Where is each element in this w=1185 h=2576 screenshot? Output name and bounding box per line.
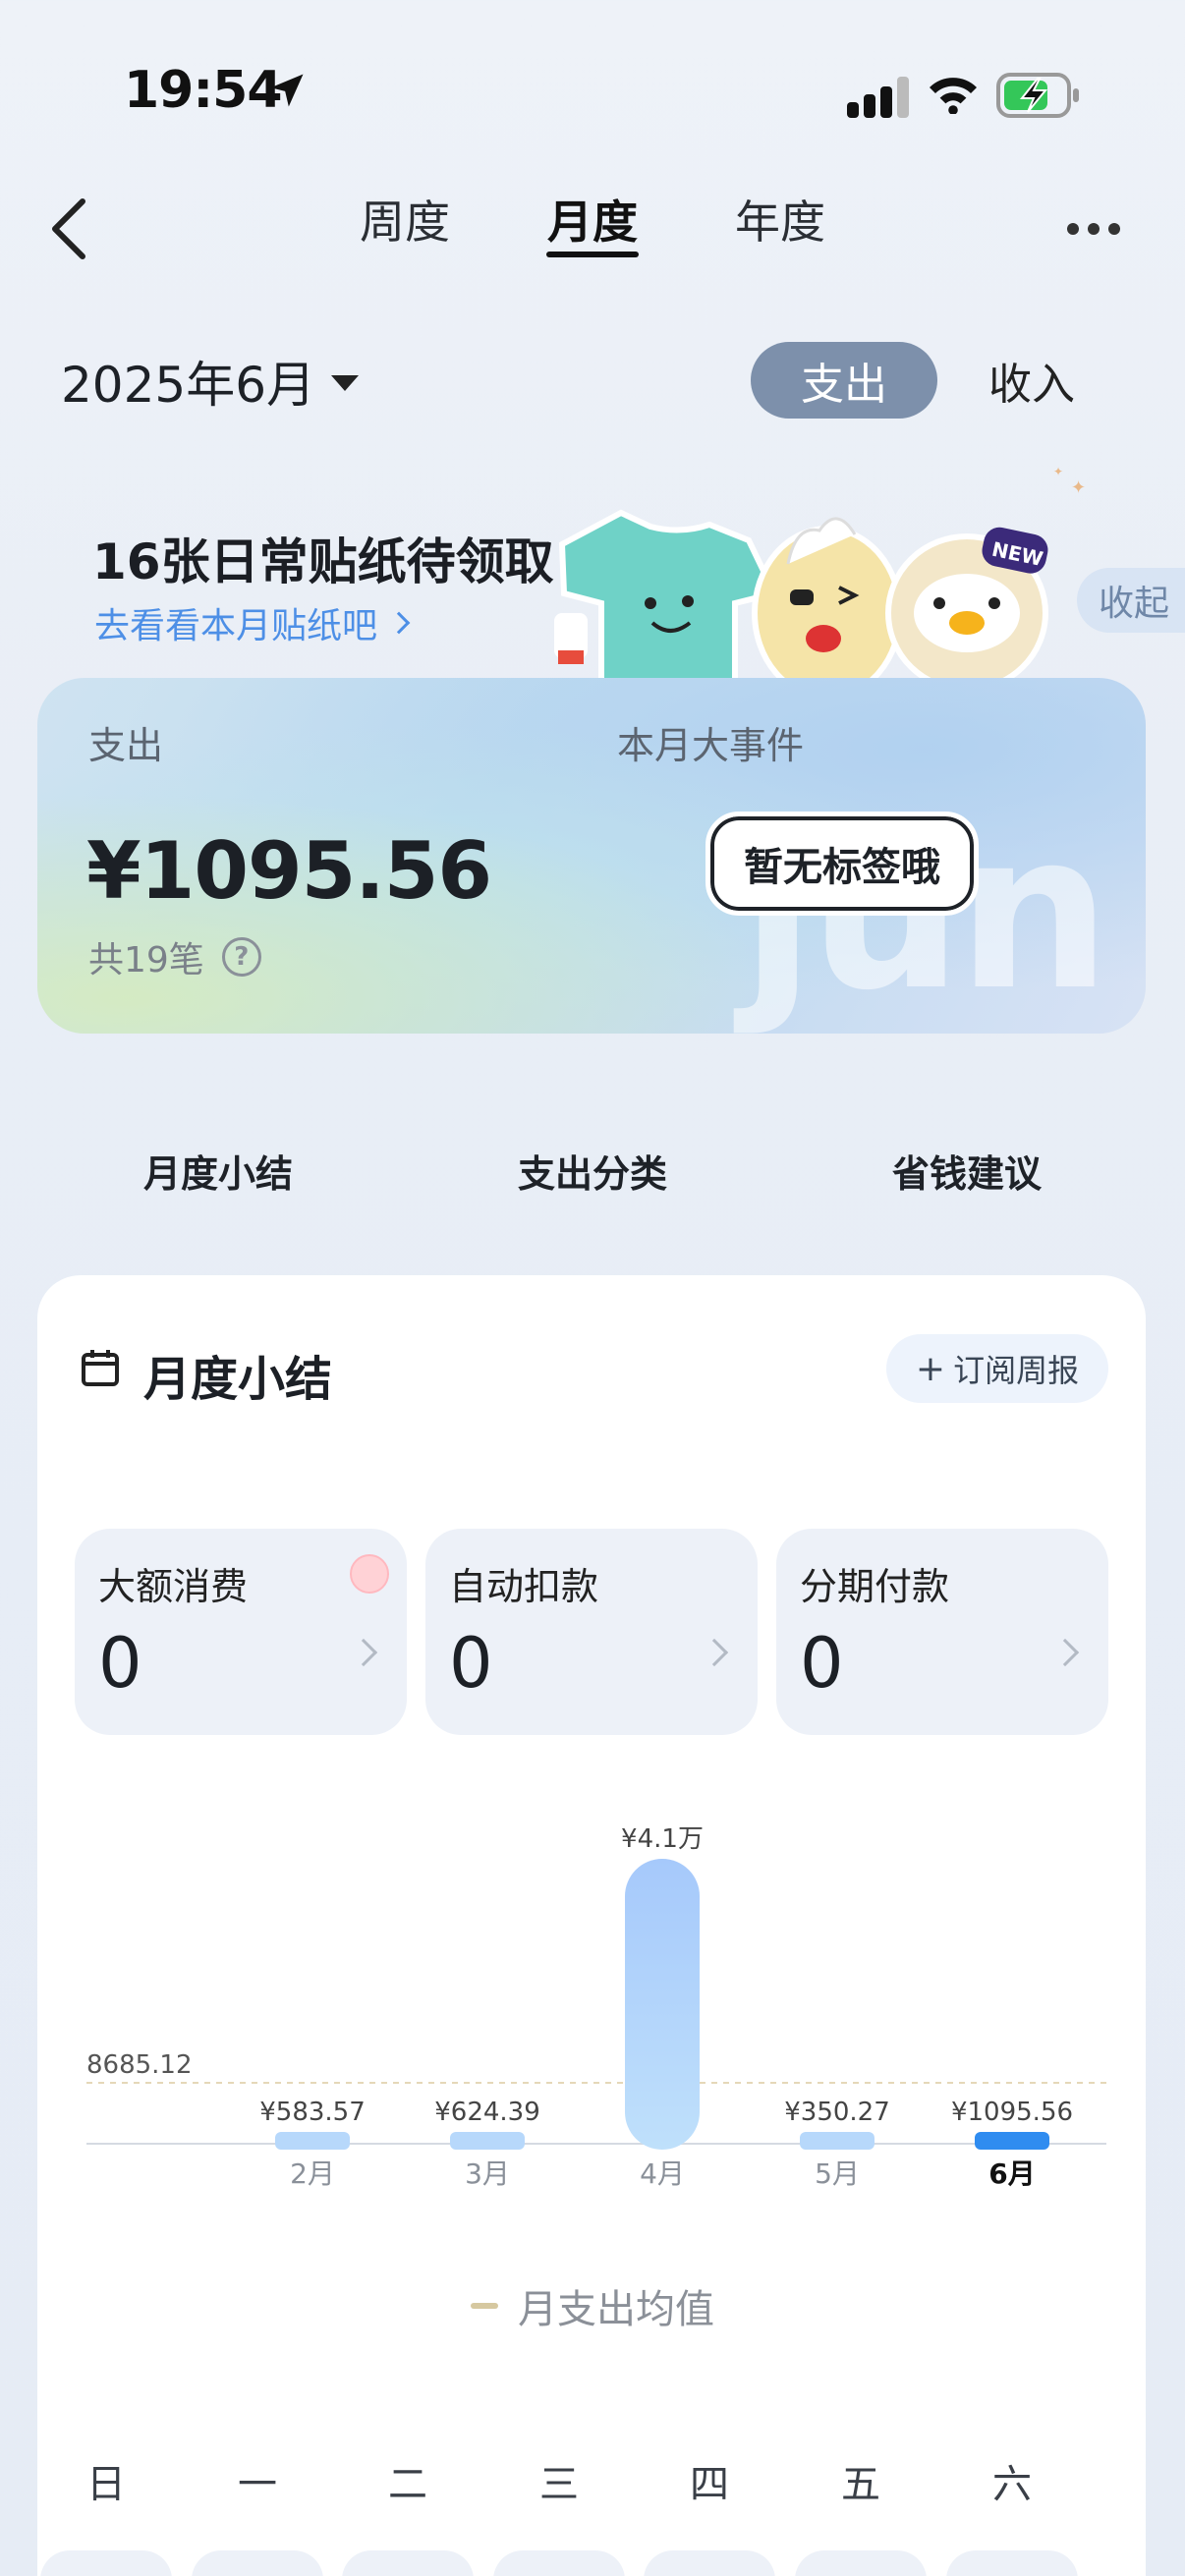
weekday-label: 六 [992,2462,1032,2507]
expense-toggle-button[interactable]: 支出 [751,342,937,419]
tab-weekly[interactable]: 周度 [346,187,464,252]
calendar-icon [82,1350,119,1386]
bar-value-label: ¥350.27 [784,2098,890,2127]
expense-total: ¥1095.56 [86,825,492,917]
events-label: 本月大事件 [617,724,805,767]
no-tag-badge[interactable]: 暂无标签哦 [705,812,979,916]
chart-bar[interactable] [625,1859,700,2150]
calendar-day-cell[interactable] [644,2550,775,2576]
battery-charging-icon [996,73,1079,118]
stat-value: 0 [98,1623,142,1704]
svg-text:✦: ✦ [1053,466,1063,478]
bar-value-label: ¥583.57 [259,2098,366,2127]
sticker-banner-title: 16张日常贴纸待领取 [92,533,554,590]
average-value-label: 8685.12 [86,2050,193,2080]
legend-swatch [471,2303,498,2309]
x-tick-label: 2月 [290,2157,335,2190]
calendar-day-cell[interactable] [493,2550,625,2576]
chevron-right-icon [700,1638,729,1667]
stat-large-expense[interactable]: 大额消费 0 [75,1529,407,1735]
stat-label: 分期付款 [800,1565,950,1608]
stat-value: 0 [800,1623,844,1704]
section-title: 月度小结 [143,1352,333,1407]
calendar-day-cell[interactable] [342,2550,474,2576]
monthly-expense-bar-chart: 8685.12 ¥583.57 2月 ¥624.39 3月 ¥4.1万 4月 ¥350.27 5… [86,1824,1106,2190]
transaction-count-text: 共19笔 [88,940,204,980]
calendar-day-cell[interactable] [795,2550,927,2576]
section-tab-expense-category[interactable]: 支出分类 [484,1144,701,1198]
chart-bar[interactable] [800,2132,875,2150]
monthly-summary-card: jun 支出 本月大事件 ¥1095.56 共19笔 ? 暂无标签哦 [37,678,1146,1034]
sticker-banner-link[interactable]: 去看看本月贴纸吧 [94,597,411,648]
income-toggle-button[interactable]: 收入 [963,342,1100,419]
x-tick-label: 4月 [640,2157,685,2190]
bar-value-label: ¥1095.56 [951,2098,1073,2127]
weekday-label: 五 [841,2462,880,2507]
stat-auto-debit[interactable]: 自动扣款 0 [425,1529,758,1735]
month-label: 2025年6月 [61,357,316,414]
month-selector[interactable]: 2025年6月 [61,346,360,417]
more-options-button[interactable] [1067,214,1132,244]
transaction-count: 共19笔 ? [88,931,261,982]
bar-value-label: ¥624.39 [434,2098,540,2127]
help-icon[interactable]: ? [221,937,261,977]
calendar-day-cell[interactable] [40,2550,172,2576]
weekday-label: 四 [690,2462,729,2507]
weekday-label: 二 [388,2462,427,2507]
subscribe-label: 订阅周报 [953,1352,1080,1389]
caret-down-icon [331,375,360,391]
weekday-label: 日 [86,2462,126,2507]
calendar-day-cell[interactable] [946,2550,1078,2576]
dot-icon [1067,223,1079,235]
legend-label: 月支出均值 [518,2287,714,2332]
stat-label: 大额消费 [98,1565,249,1608]
notification-dot [350,1554,389,1594]
cellular-signal-icon [847,77,909,118]
chart-bar[interactable] [275,2132,350,2150]
expense-label: 支出 [88,724,164,767]
stat-value: 0 [449,1623,493,1704]
chart-bar[interactable] [975,2132,1049,2150]
x-tick-label: 5月 [815,2157,860,2190]
stat-label: 自动扣款 [449,1565,599,1608]
bar-value-label: ¥4.1万 [621,1824,704,1854]
sticker-illustration: NEW ✦ ✦ [554,466,1086,682]
chart-legend: 月支出均值 [0,2277,1185,2334]
stat-installment[interactable]: 分期付款 0 [776,1529,1108,1735]
section-tab-saving-tips[interactable]: 省钱建议 [859,1144,1075,1198]
collapse-banner-button[interactable]: 收起 [1077,568,1185,633]
weekday-label: 三 [539,2462,579,2507]
chevron-right-icon [349,1638,378,1667]
status-time: 19:54 [124,61,283,120]
sticker-banner-link-text: 去看看本月贴纸吧 [94,606,378,646]
tab-monthly[interactable]: 月度 [534,187,651,252]
period-tabs: 周度 月度 年度 [0,187,1185,265]
dot-icon [1108,223,1120,235]
dot-icon [1088,223,1100,235]
wifi-icon [930,78,977,114]
weekday-label: 一 [238,2462,277,2507]
x-tick-label: 6月 [988,2157,1035,2190]
chevron-right-icon [1050,1638,1080,1667]
tab-yearly[interactable]: 年度 [721,187,839,252]
plus-icon: + [915,1348,946,1389]
svg-text:✦: ✦ [1071,477,1086,498]
chart-bar[interactable] [450,2132,525,2150]
tab-active-indicator [546,252,639,257]
chevron-right-icon [387,611,411,635]
x-tick-label: 3月 [465,2157,510,2190]
section-tab-monthly-summary[interactable]: 月度小结 [110,1144,326,1198]
location-arrow-icon [270,74,304,107]
calendar-day-cell[interactable] [192,2550,323,2576]
subscribe-weekly-report-button[interactable]: + 订阅周报 [886,1334,1108,1403]
